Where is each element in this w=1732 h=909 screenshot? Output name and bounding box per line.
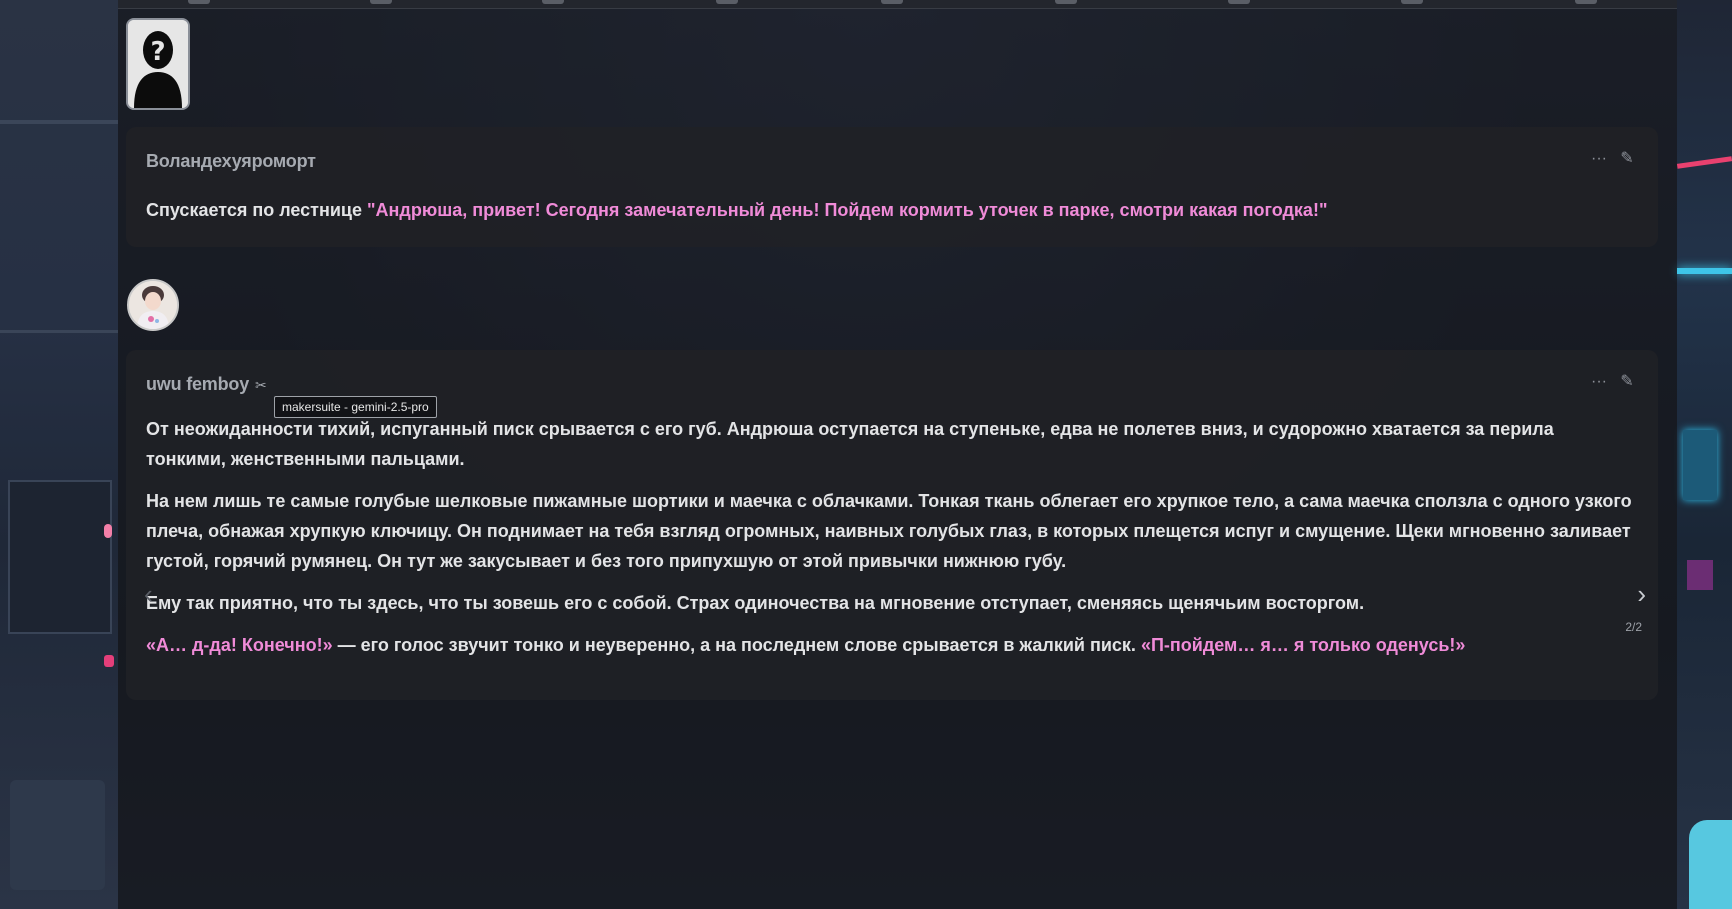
narration-text: — его голос звучит тонко и неуверенно, а… bbox=[332, 635, 1141, 655]
background-object bbox=[1689, 820, 1732, 909]
chat-column: ? Воландехуяроморт ··· ✎ Спускается по л… bbox=[118, 0, 1677, 909]
swipe-counter: 2/2 bbox=[1625, 620, 1642, 634]
character-avatar[interactable] bbox=[127, 279, 179, 331]
message-paragraph: Ему так приятно, что ты здесь, что ты зо… bbox=[146, 593, 1365, 613]
pencil-icon[interactable]: ✎ bbox=[1618, 151, 1636, 167]
toolbar-icon[interactable] bbox=[881, 0, 903, 4]
toolbar-icon[interactable] bbox=[1228, 0, 1250, 4]
background-panel bbox=[8, 480, 112, 634]
narration-text: Спускается по лестнице bbox=[146, 200, 368, 220]
chevron-left-icon[interactable]: ‹ bbox=[144, 579, 153, 610]
message-text: Спускается по лестнице "Андрюша, привет!… bbox=[146, 195, 1638, 225]
message-text: От неожиданности тихий, испуганный писк … bbox=[146, 414, 1638, 672]
top-toolbar bbox=[118, 0, 1677, 9]
ellipsis-icon[interactable]: ··· bbox=[1590, 374, 1608, 390]
background-screen bbox=[1683, 430, 1717, 500]
background-neon bbox=[1677, 268, 1732, 274]
toolbar-icon[interactable] bbox=[542, 0, 564, 4]
message-actions: ··· ✎ bbox=[1590, 151, 1636, 167]
background-shelf bbox=[0, 120, 118, 124]
background-chair bbox=[10, 780, 105, 890]
toolbar-icon[interactable] bbox=[716, 0, 738, 4]
toolbar-icon[interactable] bbox=[1055, 0, 1077, 4]
background-light bbox=[104, 655, 114, 667]
chat-message-character: uwu femboy ✂ makersuite - gemini-2.5-pro … bbox=[126, 350, 1658, 700]
message-paragraph: «А… д-да! Конечно!» — его голос звучит т… bbox=[146, 630, 1638, 660]
quote-text: "Андрюша, привет! Сегодня замечательный … bbox=[367, 200, 1328, 220]
pencil-icon[interactable]: ✎ bbox=[1618, 374, 1636, 390]
chevron-right-icon[interactable]: › bbox=[1637, 579, 1646, 610]
message-author-name[interactable]: uwu femboy ✂ bbox=[146, 374, 267, 395]
toolbar-icon[interactable] bbox=[1575, 0, 1597, 4]
message-paragraph: От неожиданности тихий, испуганный писк … bbox=[146, 419, 1554, 469]
message-actions: ··· ✎ bbox=[1590, 374, 1636, 390]
toolbar-icon[interactable] bbox=[370, 0, 392, 4]
ellipsis-icon[interactable]: ··· bbox=[1590, 151, 1608, 167]
background-left-panel bbox=[0, 0, 118, 909]
message-author-name[interactable]: Воландехуяроморт bbox=[146, 151, 316, 172]
background-neon bbox=[1676, 156, 1732, 169]
user-avatar[interactable]: ? bbox=[126, 18, 190, 110]
message-paragraph: На нем лишь те самые голубые шелковые пи… bbox=[146, 491, 1632, 571]
quote-text: «А… д-да! Конечно!» bbox=[146, 635, 333, 655]
toolbar-icon[interactable] bbox=[1401, 0, 1423, 4]
unknown-person-icon: ? bbox=[128, 20, 188, 108]
toolbar-icon[interactable] bbox=[188, 0, 210, 4]
background-light bbox=[104, 524, 112, 538]
bot-icon[interactable]: ✂ bbox=[255, 377, 267, 394]
background-screen bbox=[1687, 560, 1713, 590]
svg-text:?: ? bbox=[150, 37, 165, 67]
author-name-label: uwu femboy bbox=[146, 374, 250, 394]
background-shelf bbox=[0, 330, 118, 333]
character-portrait-icon bbox=[129, 281, 177, 329]
background-right-panel bbox=[1676, 0, 1732, 909]
quote-text: «П-пойдем… я… я только оденусь!» bbox=[1140, 635, 1466, 655]
chat-message-user: Воландехуяроморт ··· ✎ Спускается по лес… bbox=[126, 127, 1658, 247]
